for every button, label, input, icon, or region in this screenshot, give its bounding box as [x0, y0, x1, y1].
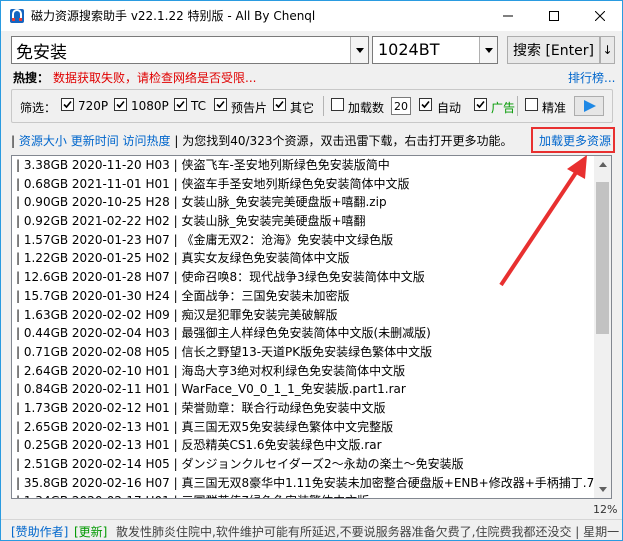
- sponsor-link[interactable]: [赞助作者]: [11, 523, 68, 540]
- play-button[interactable]: [574, 96, 604, 116]
- filter-tc-label: TC: [191, 99, 207, 113]
- result-summary: | 为您找到40/323个资源，双击迅雷下载，右击打开更多功能。: [174, 134, 513, 148]
- chevron-up-icon: [598, 162, 607, 167]
- result-rows: | 3.38GB 2020-11-20 H03 | 侠盗飞车-圣安地列斯绿色免安…: [12, 156, 596, 498]
- filter-720p-label: 720P: [78, 99, 109, 113]
- ads-checkbox[interactable]: [474, 98, 487, 111]
- status-message: 散发性肺炎住院中,软件维护可能有所延迟,不要说服务器准备欠费了,住院费我都还没交…: [116, 525, 620, 539]
- filter-trailer-checkbox[interactable]: [214, 98, 227, 111]
- update-link[interactable]: [更新]: [74, 523, 107, 540]
- checkmark-icon: [476, 100, 485, 109]
- sort-by-heat-link[interactable]: 访问热度: [123, 134, 171, 148]
- auto-checkbox[interactable]: [419, 98, 432, 111]
- maximize-icon: [549, 11, 559, 21]
- ads-label: 广告: [491, 101, 516, 115]
- site-select[interactable]: 1024BT: [372, 36, 498, 64]
- result-row[interactable]: | 1.57GB 2020-01-23 H07 | 《金庸无双2：沧海》免安装中…: [12, 231, 596, 250]
- search-button[interactable]: 搜索 [Enter]: [507, 36, 600, 64]
- result-row[interactable]: | 35.8GB 2020-02-16 H07 | 真三国无双8豪华中1.11免…: [12, 474, 596, 493]
- filter-divider: [323, 96, 324, 116]
- sort-by-size-link[interactable]: 资源大小: [19, 134, 67, 148]
- checkmark-icon: [275, 100, 284, 109]
- ranking-link[interactable]: 排行榜...: [568, 69, 615, 86]
- checkmark-icon: [216, 100, 225, 109]
- result-row[interactable]: | 0.44GB 2020-02-04 H03 | 最强御主人样绿色免安装简体中…: [12, 324, 596, 343]
- result-row[interactable]: | 0.71GB 2020-02-08 H05 | 信长之野望13-天道PK版免…: [12, 343, 596, 362]
- result-row[interactable]: | 0.84GB 2020-02-11 H01 | WarFace_V0_0_1…: [12, 380, 596, 399]
- precise-checkbox[interactable]: [525, 98, 538, 111]
- scroll-percent: 12%: [593, 503, 618, 516]
- filter-1080p-label: 1080P: [131, 99, 169, 113]
- auto-label: 自动: [437, 101, 462, 115]
- play-icon: [584, 100, 596, 112]
- magnet-app-icon: [10, 9, 24, 23]
- checkmark-icon: [421, 100, 430, 109]
- result-row[interactable]: | 0.92GB 2021-02-22 H02 | 女装山脉_免安装完美硬盘版+…: [12, 212, 596, 231]
- precise-label: 精准: [542, 101, 567, 115]
- load-count-input[interactable]: 20: [391, 97, 411, 115]
- result-row[interactable]: | 1.73GB 2020-02-12 H01 | 荣誉勋章：联合行动绿色免安装…: [12, 399, 596, 418]
- result-row[interactable]: | 2.51GB 2020-02-14 H05 | ダンジョンクルセイダーズ2～…: [12, 455, 596, 474]
- sort-by-time-link[interactable]: 更新时间: [71, 134, 119, 148]
- result-row[interactable]: | 1.34GB 2020-02-17 H01 | 三国群英传7绿色免安装繁体中…: [12, 492, 596, 498]
- filter-trailer-label: 预告片: [231, 101, 268, 115]
- result-row[interactable]: | 3.38GB 2020-11-20 H03 | 侠盗飞车-圣安地列斯绿色免安…: [12, 156, 596, 175]
- title-bar: 磁力资源搜索助手 v22.1.22 特别版 - All By Chenql: [1, 1, 622, 31]
- result-row[interactable]: | 15.7GB 2020-01-30 H24 | 全面战争：三国免安装未加密版: [12, 287, 596, 306]
- filter-720p-checkbox[interactable]: [61, 98, 74, 111]
- window-title: 磁力资源搜索助手 v22.1.22 特别版 - All By Chenql: [31, 9, 316, 23]
- filter-divider: [517, 96, 518, 116]
- filter-label: 筛选：: [20, 101, 57, 115]
- filter-tc-checkbox[interactable]: [174, 98, 187, 111]
- site-select-value: 1024BT: [378, 40, 440, 59]
- result-row[interactable]: | 1.63GB 2020-02-02 H09 | 痴汉是犯罪免安装完美破解版: [12, 306, 596, 325]
- hot-search-error: 数据获取失败，请检查网络是否受限...: [53, 71, 257, 85]
- load-count-checkbox[interactable]: [331, 98, 344, 111]
- filter-other-label: 其它: [290, 101, 315, 115]
- load-more-link[interactable]: 加载更多资源: [539, 132, 611, 149]
- result-row[interactable]: | 12.6GB 2020-01-28 H07 | 使命召唤8：现代战争3绿色免…: [12, 268, 596, 287]
- site-dropdown-button[interactable]: [479, 37, 497, 63]
- load-count-label: 加载数: [348, 101, 385, 115]
- checkmark-icon: [176, 100, 185, 109]
- divider-text: |: [11, 134, 19, 148]
- result-row[interactable]: | 2.65GB 2020-02-13 H01 | 真三国无双5免安装绿色繁体中…: [12, 418, 596, 437]
- result-row[interactable]: | 2.64GB 2020-02-10 H01 | 海岛大亨3绝对权利绿色免安装…: [12, 362, 596, 381]
- chevron-down-icon: [484, 47, 493, 53]
- search-input[interactable]: [12, 37, 350, 63]
- chevron-down-icon: [598, 487, 607, 492]
- scroll-thumb[interactable]: [596, 182, 609, 334]
- hot-search-label: 热搜：: [13, 71, 50, 85]
- search-options-button[interactable]: ↓: [600, 36, 615, 64]
- close-button[interactable]: [577, 1, 623, 31]
- result-list[interactable]: | 3.38GB 2020-11-20 H03 | 侠盗飞车-圣安地列斯绿色免安…: [11, 155, 612, 499]
- result-row[interactable]: | 0.90GB 2020-10-25 H28 | 女装山脉_免安装完美硬盘版+…: [12, 193, 596, 212]
- filter-1080p-checkbox[interactable]: [114, 98, 127, 111]
- vertical-scrollbar[interactable]: [594, 156, 611, 498]
- status-bar: [赞助作者] [更新] 散发性肺炎住院中,软件维护可能有所延迟,不要说服务器准备…: [1, 519, 622, 540]
- result-info-bar: | 资源大小 更新时间 访问热度 | 为您找到40/323个资源，双击迅雷下载，…: [11, 132, 512, 149]
- filter-other-checkbox[interactable]: [273, 98, 286, 111]
- result-row[interactable]: | 1.22GB 2020-01-25 H02 | 真实女友绿色免安装简体中文版: [12, 249, 596, 268]
- checkmark-icon: [63, 100, 72, 109]
- chevron-down-icon: [355, 47, 364, 53]
- keyword-dropdown-button[interactable]: [350, 37, 368, 63]
- result-row[interactable]: | 0.25GB 2020-02-13 H01 | 反恐精英CS1.6免安装绿色…: [12, 436, 596, 455]
- keyword-combobox[interactable]: [11, 36, 369, 64]
- checkmark-icon: [116, 100, 125, 109]
- maximize-button[interactable]: [531, 1, 577, 31]
- scroll-up-button[interactable]: [594, 156, 611, 173]
- close-icon: [595, 11, 605, 21]
- minimize-button[interactable]: [485, 1, 531, 31]
- result-row[interactable]: | 0.68GB 2021-11-01 H01 | 侠盗车手圣安地列斯绿色免安装…: [12, 175, 596, 194]
- app-window: 磁力资源搜索助手 v22.1.22 特别版 - All By Chenql 10…: [0, 0, 623, 541]
- scroll-down-button[interactable]: [594, 481, 611, 498]
- minimize-icon: [503, 15, 513, 17]
